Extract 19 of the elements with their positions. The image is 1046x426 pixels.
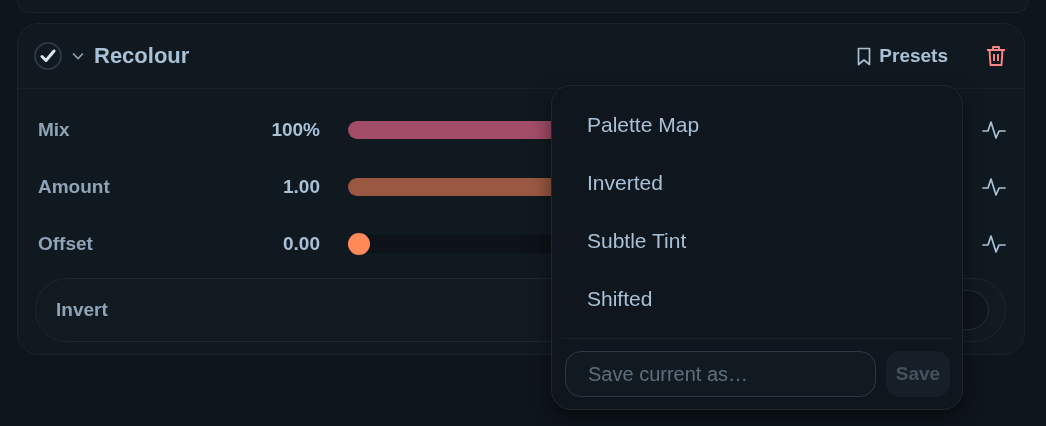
trash-icon[interactable] bbox=[986, 45, 1006, 67]
param-label: Mix bbox=[38, 118, 71, 141]
check-icon bbox=[40, 49, 56, 63]
pulse-icon[interactable] bbox=[982, 232, 1006, 255]
presets-button[interactable]: Presets bbox=[857, 45, 948, 67]
bookmark-icon bbox=[857, 46, 872, 66]
preset-name-field[interactable]: Save current as… bbox=[565, 351, 876, 397]
chevron-icon[interactable] bbox=[72, 52, 84, 60]
param-label: Amount bbox=[38, 175, 111, 198]
preset-item[interactable]: Subtle Tint bbox=[552, 212, 962, 270]
preset-item[interactable]: Palette Map bbox=[552, 96, 962, 154]
param-label: Offset bbox=[38, 232, 94, 255]
preset-item[interactable]: Shifted bbox=[552, 270, 962, 328]
toggle-label: Invert bbox=[56, 299, 109, 321]
enable-checkbox[interactable] bbox=[34, 42, 62, 70]
pulse-icon[interactable] bbox=[982, 175, 1006, 198]
pulse-icon[interactable] bbox=[982, 118, 1006, 141]
effect-title: Recolour bbox=[94, 43, 190, 69]
preset-item[interactable]: Inverted bbox=[552, 154, 962, 212]
